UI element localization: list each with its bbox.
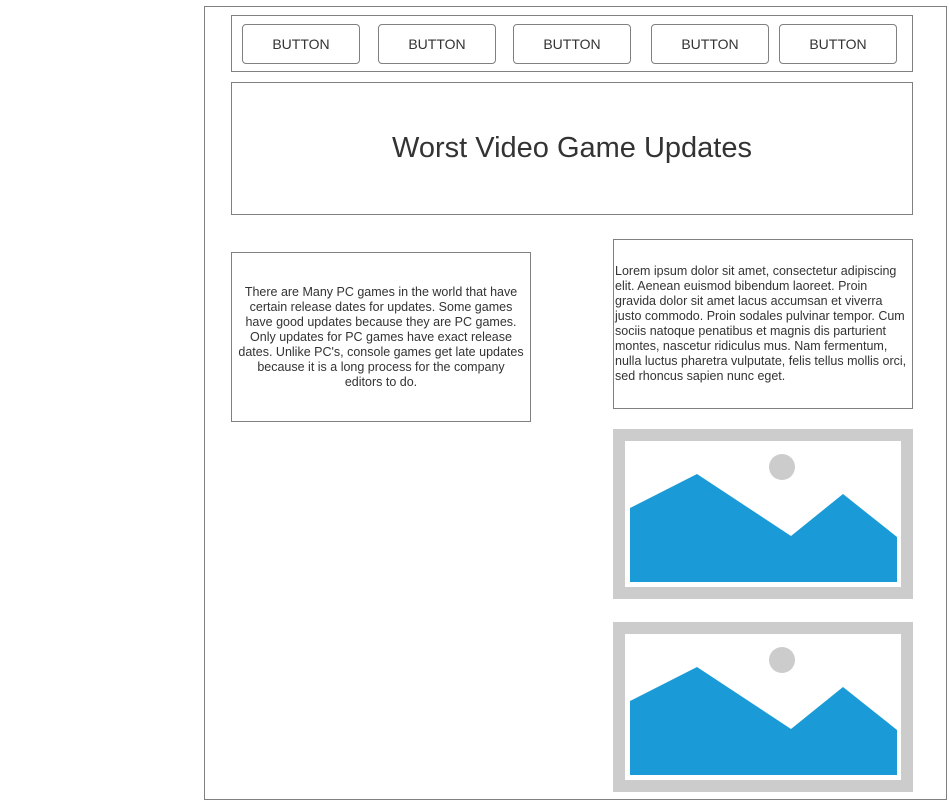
right-text-box: Lorem ipsum dolor sit amet, consectetur … <box>613 239 913 409</box>
image-placeholder-icon <box>613 429 913 599</box>
right-text: Lorem ipsum dolor sit amet, consectetur … <box>615 264 907 383</box>
nav-button-4[interactable]: BUTTON <box>651 24 769 64</box>
image-placeholder-icon <box>613 622 913 792</box>
image-placeholder-1 <box>613 429 913 599</box>
left-text-box: There are Many PC games in the world tha… <box>231 252 531 422</box>
nav-button-1[interactable]: BUTTON <box>242 24 360 64</box>
nav-button-2[interactable]: BUTTON <box>378 24 496 64</box>
page-title: Worst Video Game Updates <box>392 132 752 164</box>
nav-button-5[interactable]: BUTTON <box>779 24 897 64</box>
nav-button-3[interactable]: BUTTON <box>513 24 631 64</box>
page-title-box: Worst Video Game Updates <box>231 82 913 215</box>
left-text: There are Many PC games in the world tha… <box>238 284 524 389</box>
image-placeholder-2 <box>613 622 913 792</box>
